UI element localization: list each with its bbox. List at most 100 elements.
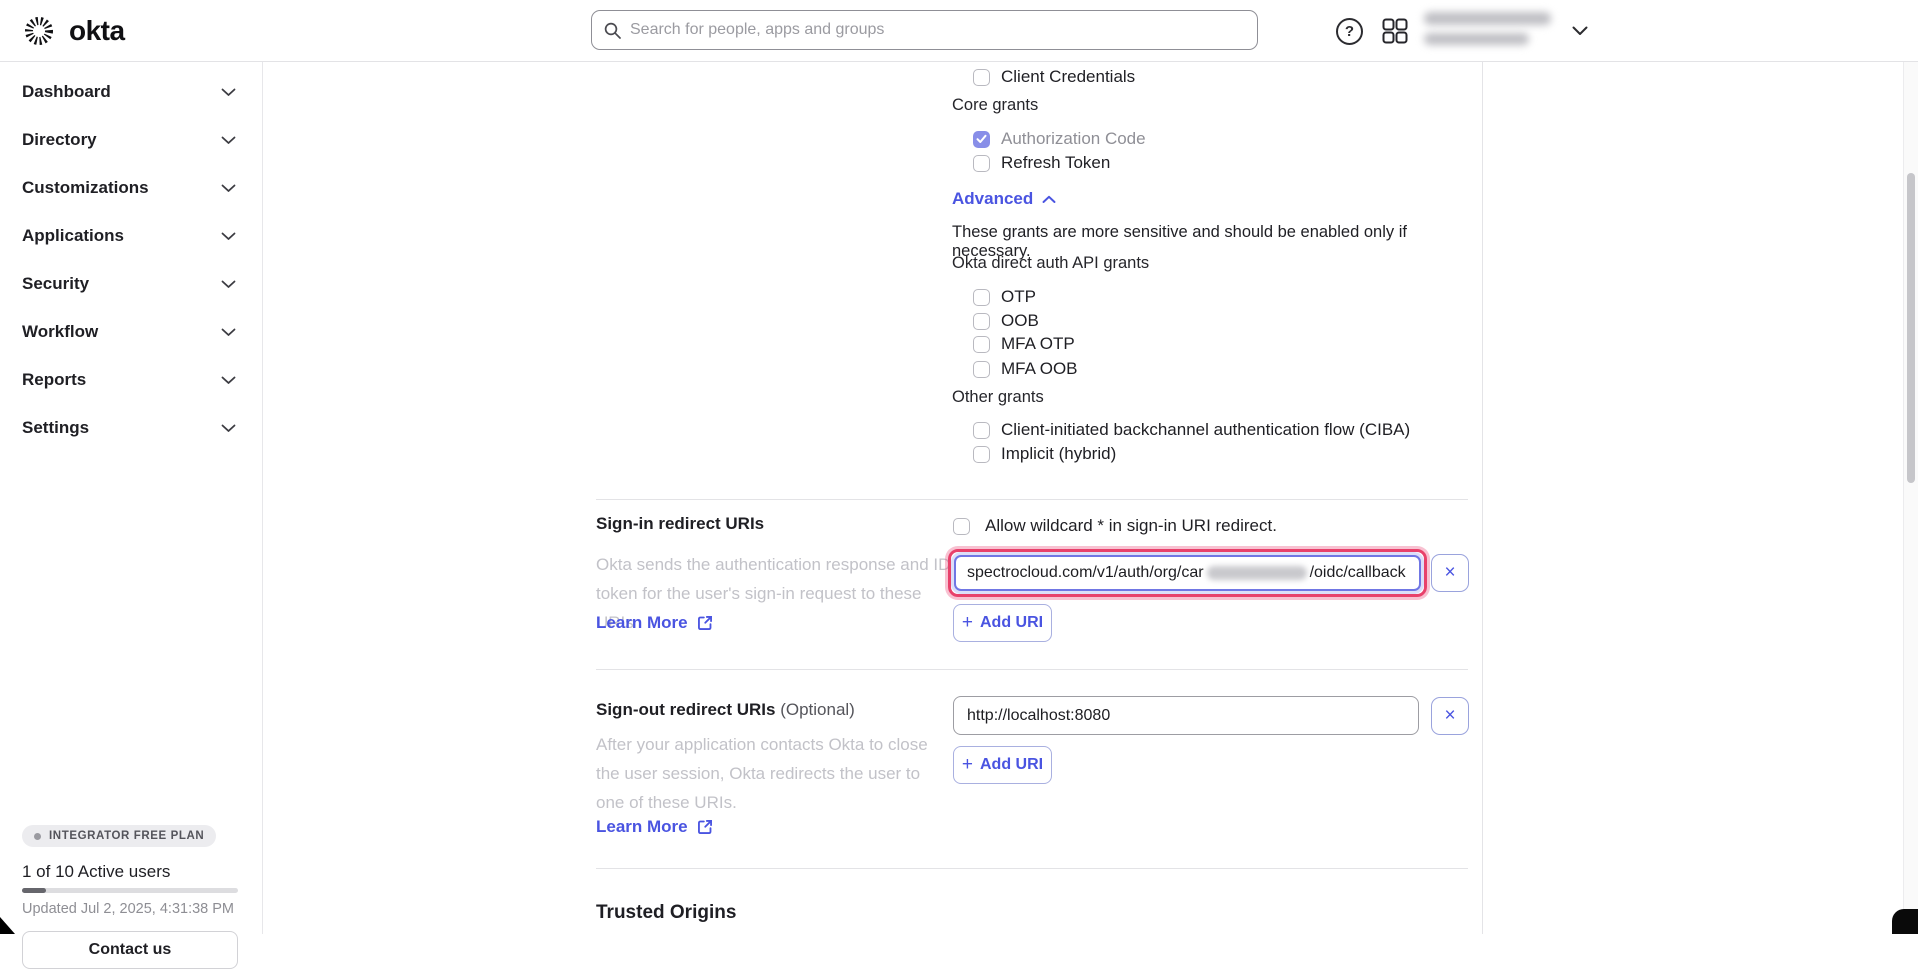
- active-users-count: 1 of 10 Active users: [22, 862, 170, 882]
- mfa-oob-checkbox[interactable]: [973, 361, 990, 378]
- authorization-code-checkbox[interactable]: [973, 131, 990, 148]
- learn-more-label: Learn More: [596, 613, 688, 633]
- annotation-highlight-box: spectrocloud.com/v1/auth/org/car/oidc/ca…: [948, 549, 1427, 597]
- contact-us-button[interactable]: Contact us: [22, 931, 238, 969]
- sidebar-item-settings[interactable]: Settings: [0, 404, 262, 452]
- grant-label: Refresh Token: [1001, 153, 1110, 173]
- uri-prefix: spectrocloud.com/v1/auth/org/car: [967, 564, 1204, 582]
- account-menu[interactable]: [1424, 0, 1604, 62]
- search-input[interactable]: [630, 21, 1245, 39]
- apps-grid-button[interactable]: [1382, 0, 1408, 62]
- apps-grid-icon: [1382, 18, 1408, 44]
- grant-row-authorization-code: Authorization Code: [973, 127, 1146, 151]
- sidebar-item-dashboard[interactable]: Dashboard: [0, 68, 262, 116]
- okta-wordmark: okta: [69, 15, 125, 47]
- help-icon: ?: [1345, 23, 1354, 40]
- mfa-otp-checkbox[interactable]: [973, 336, 990, 353]
- grant-row-otp: OTP: [973, 285, 1036, 309]
- sidebar-item-label: Workflow: [22, 322, 98, 342]
- implicit-hybrid-checkbox[interactable]: [973, 446, 990, 463]
- advanced-toggle-label: Advanced: [952, 189, 1033, 209]
- sign-in-redirect-uris-label: Sign-in redirect URIs: [596, 514, 764, 534]
- grant-label: Client Credentials: [1001, 67, 1135, 87]
- okta-logo[interactable]: okta: [22, 0, 125, 62]
- sidebar-item-customizations[interactable]: Customizations: [0, 164, 262, 212]
- screen-corner-artifact: [1892, 909, 1918, 934]
- chevron-down-icon: [221, 184, 236, 193]
- add-sign-in-uri-button[interactable]: + Add URI: [953, 604, 1052, 642]
- chevron-down-icon: [221, 328, 236, 337]
- chevron-down-icon: [221, 232, 236, 241]
- sign-in-uri-input[interactable]: spectrocloud.com/v1/auth/org/car/oidc/ca…: [954, 555, 1421, 591]
- sign-out-uri-input[interactable]: [953, 696, 1419, 735]
- sign-out-description: After your application contacts Okta to …: [596, 730, 944, 817]
- grant-row-client-credentials: Client Credentials: [973, 65, 1135, 89]
- plus-icon: +: [962, 612, 973, 634]
- allow-wildcard-label: Allow wildcard * in sign-in URI redirect…: [985, 516, 1277, 536]
- sidebar-item-directory[interactable]: Directory: [0, 116, 262, 164]
- close-icon: ×: [1444, 562, 1455, 584]
- chevron-down-icon: [221, 136, 236, 145]
- allow-wildcard-checkbox[interactable]: [953, 518, 970, 535]
- grant-label: MFA OOB: [1001, 359, 1078, 379]
- sidebar-item-reports[interactable]: Reports: [0, 356, 262, 404]
- learn-more-label: Learn More: [596, 817, 688, 837]
- sidebar-item-label: Applications: [22, 226, 124, 246]
- oob-checkbox[interactable]: [973, 313, 990, 330]
- grant-label: Client-initiated backchannel authenticat…: [1001, 420, 1410, 440]
- top-bar: okta ?: [0, 0, 1918, 62]
- refresh-token-checkbox[interactable]: [973, 155, 990, 172]
- divider: [596, 669, 1468, 670]
- sign-out-redirect-uris-label: Sign-out redirect URIs (Optional): [596, 700, 855, 720]
- grant-label: OTP: [1001, 287, 1036, 307]
- ciba-checkbox[interactable]: [973, 422, 990, 439]
- chevron-down-icon: [221, 376, 236, 385]
- active-users-progress-fill: [22, 888, 46, 893]
- remove-sign-in-uri-button[interactable]: ×: [1431, 554, 1469, 592]
- redacted-account-org: [1424, 33, 1529, 45]
- plus-icon: +: [962, 754, 973, 776]
- sidebar-item-label: Dashboard: [22, 82, 111, 102]
- sign-out-label-text: Sign-out redirect URIs: [596, 700, 775, 719]
- chevron-down-icon: [1572, 26, 1588, 36]
- uri-suffix: /oidc/callback: [1310, 564, 1406, 582]
- grant-row-mfa-oob: MFA OOB: [973, 357, 1078, 381]
- divider: [596, 868, 1468, 869]
- sidebar-item-workflow[interactable]: Workflow: [0, 308, 262, 356]
- otp-checkbox[interactable]: [973, 289, 990, 306]
- grant-row-mfa-otp: MFA OTP: [973, 332, 1075, 356]
- sidebar-item-label: Reports: [22, 370, 86, 390]
- client-credentials-checkbox[interactable]: [973, 69, 990, 86]
- add-sign-out-uri-button[interactable]: + Add URI: [953, 746, 1052, 784]
- close-icon: ×: [1444, 705, 1455, 727]
- sign-in-learn-more-link[interactable]: Learn More: [596, 613, 713, 633]
- sidebar-item-label: Customizations: [22, 178, 149, 198]
- advanced-toggle[interactable]: Advanced: [952, 187, 1056, 211]
- external-link-icon: [697, 615, 713, 631]
- sidebar-item-security[interactable]: Security: [0, 260, 262, 308]
- cursor-pointer: [0, 917, 15, 934]
- chevron-down-icon: [221, 280, 236, 289]
- optional-tag: (Optional): [780, 700, 855, 719]
- chevron-up-icon: [1042, 195, 1056, 204]
- global-search[interactable]: [591, 10, 1258, 50]
- active-users-progressbar: [22, 888, 238, 893]
- main-content: Client Credentials Core grants Authoriza…: [263, 62, 1483, 934]
- plan-badge-label: INTEGRATOR FREE PLAN: [49, 830, 204, 842]
- redacted-account-name: [1424, 12, 1551, 25]
- plan-dot-icon: [34, 833, 41, 840]
- grant-row-refresh-token: Refresh Token: [973, 151, 1110, 175]
- grant-label: MFA OTP: [1001, 334, 1075, 354]
- add-uri-label: Add URI: [980, 756, 1043, 774]
- help-button[interactable]: ?: [1336, 0, 1363, 62]
- grant-row-implicit: Implicit (hybrid): [973, 442, 1116, 466]
- sidebar-item-applications[interactable]: Applications: [0, 212, 262, 260]
- grant-label: Authorization Code: [1001, 129, 1146, 149]
- divider: [596, 499, 1468, 500]
- wildcard-row: Allow wildcard * in sign-in URI redirect…: [953, 514, 1277, 538]
- core-grants-heading: Core grants: [952, 96, 1038, 115]
- remove-sign-out-uri-button[interactable]: ×: [1431, 697, 1469, 735]
- sign-out-learn-more-link[interactable]: Learn More: [596, 817, 713, 837]
- add-uri-label: Add URI: [980, 614, 1043, 632]
- scrollbar-thumb[interactable]: [1907, 173, 1915, 483]
